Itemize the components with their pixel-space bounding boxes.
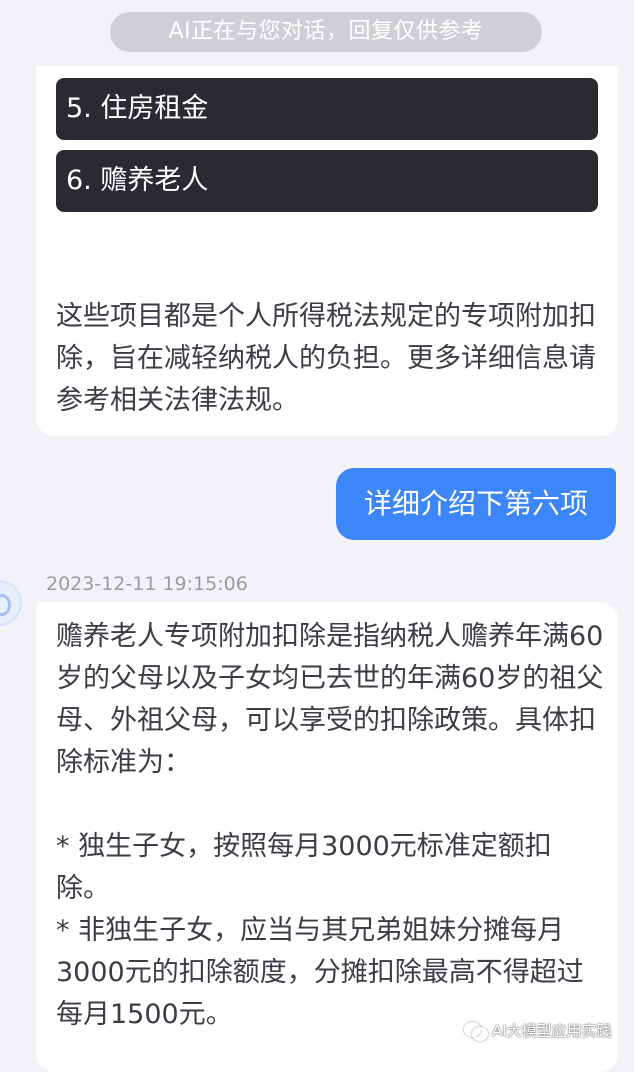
ai-message-summary: 这些项目都是个人所得税法规定的专项附加扣除，旨在减轻纳税人的负担。更多详细信息请… (56, 301, 596, 416)
ai-reply-text: 赡养老人专项附加扣除是指纳税人赡养年满60岁的父母以及子女均已去世的年满60岁的… (56, 621, 604, 1030)
list-item-elderly-support: 6. 赡养老人 (56, 150, 598, 212)
ai-disclaimer-notice: AI正在与您对话，回复仅供参考 (110, 12, 542, 52)
wechat-icon (464, 1021, 488, 1041)
list-item-housing-rent: 5. 住房租金 (56, 78, 598, 140)
user-message-bubble: 详细介绍下第六项 (336, 468, 616, 540)
ai-reply-bubble: 赡养老人专项附加扣除是指纳税人赡养年满60岁的父母以及子女均已去世的年满60岁的… (36, 602, 618, 1072)
watermark-label: AI大模型应用实践 (492, 1022, 612, 1040)
message-timestamp: 2023-12-11 19:15:06 (46, 573, 248, 595)
watermark: AI大模型应用实践 (464, 1020, 612, 1041)
ai-avatar-icon (0, 580, 22, 626)
ai-message-bubble: 5. 住房租金 6. 赡养老人 这些项目都是个人所得税法规定的专项附加扣除，旨在… (36, 66, 618, 436)
